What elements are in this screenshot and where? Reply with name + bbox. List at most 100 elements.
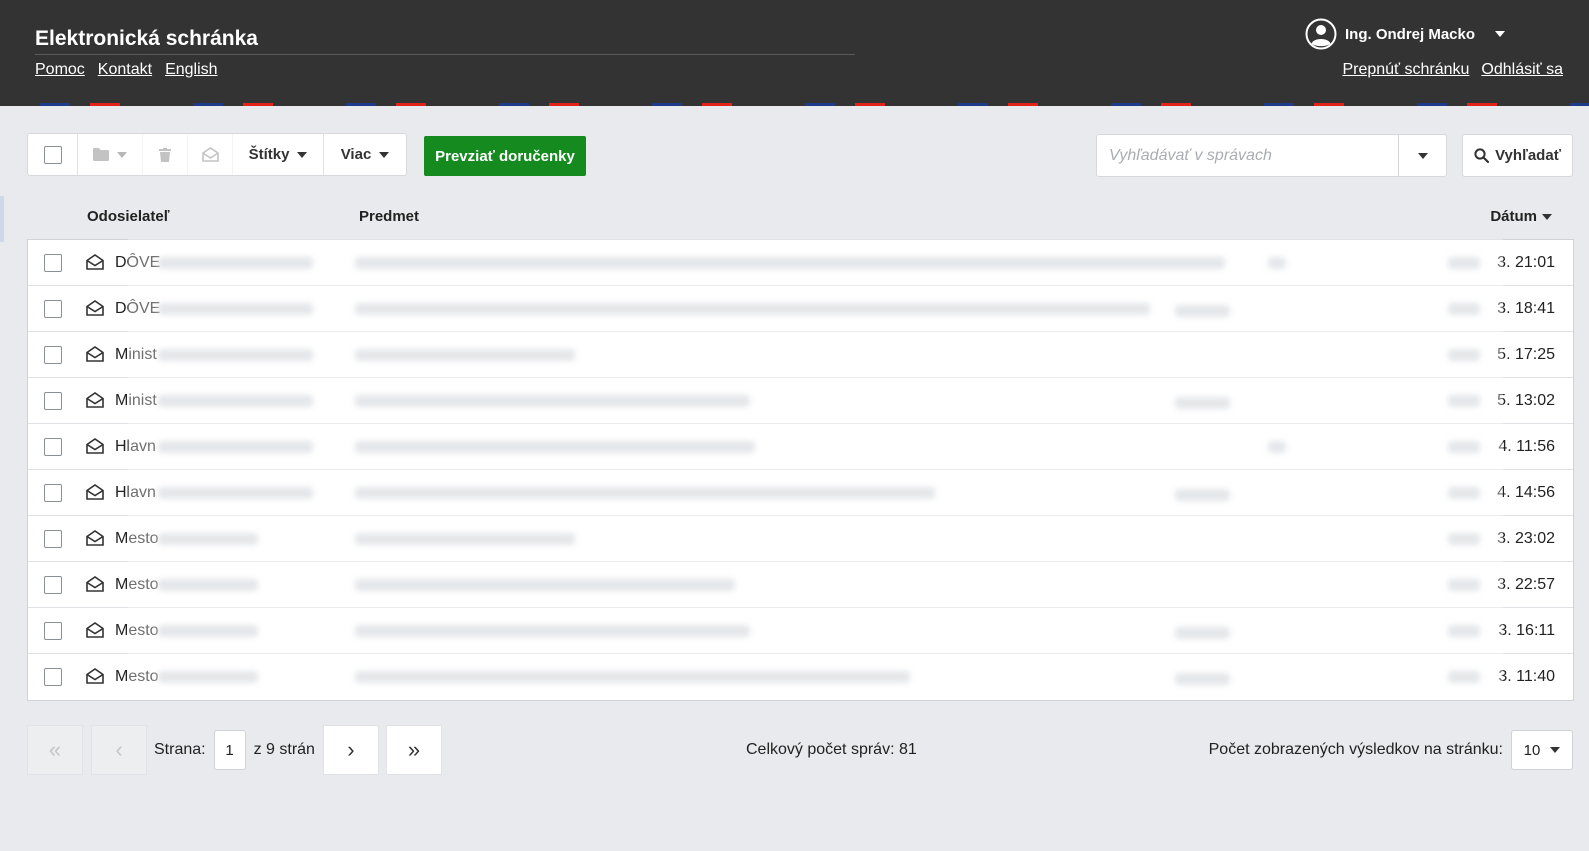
row-sender: Mesto [115, 530, 159, 547]
first-page-button[interactable]: « [27, 725, 83, 775]
per-page-value: 10 [1523, 741, 1541, 759]
row-sender: Minist [115, 392, 157, 409]
envelope-open-icon [86, 254, 104, 270]
search-input[interactable] [1097, 135, 1398, 176]
table-row[interactable]: Hlavn 4. 11:56 [28, 424, 1573, 470]
table-row[interactable]: Mesto 3. 11:40 [28, 654, 1573, 700]
row-date: 4. 14:56 [1497, 484, 1555, 501]
total-count: Celkový počet správ: 81 [746, 741, 917, 758]
last-page-button[interactable]: » [385, 725, 442, 775]
nav-english[interactable]: English [165, 61, 217, 79]
row-date: 5. 13:02 [1497, 392, 1555, 409]
row-sender: DÔVE [115, 300, 161, 317]
envelope-open-icon [86, 438, 104, 454]
select-all-checkbox[interactable] [43, 145, 62, 164]
move-folder-button[interactable] [78, 134, 143, 175]
message-list: DÔVE 3. 21:01 DÔVE 3. 18:41 Minist 5. 17:25… [27, 239, 1574, 701]
row-sender: Minist [115, 346, 157, 363]
row-checkbox[interactable] [44, 576, 62, 594]
double-chevron-left-icon: « [48, 737, 62, 762]
envelope-open-icon [86, 622, 104, 638]
col-subject[interactable]: Predmet [359, 208, 419, 225]
row-checkbox[interactable] [44, 392, 62, 410]
pagination: « ‹ Strana: 1 z 9 strán › » [27, 725, 442, 775]
row-sender: Mesto [115, 576, 159, 593]
page-number-input[interactable]: 1 [213, 730, 246, 770]
envelope-open-icon [86, 346, 104, 362]
user-avatar-icon [1305, 18, 1337, 50]
row-date: 3. 22:57 [1497, 576, 1555, 593]
trash-icon [159, 147, 171, 162]
table-row[interactable]: Minist 5. 17:25 [28, 332, 1573, 378]
left-accent [0, 196, 4, 242]
select-all-cell[interactable] [28, 134, 78, 175]
folder-icon [93, 148, 109, 161]
sort-desc-icon [1542, 213, 1552, 220]
table-header: Odosielateľ Predmet Dátum [27, 196, 1574, 238]
user-menu[interactable]: Ing. Ondrej Macko [1305, 18, 1506, 50]
per-page-control: Počet zobrazených výsledkov na stránku: … [1209, 725, 1573, 775]
nav-help[interactable]: Pomoc [35, 61, 85, 79]
row-date: 3. 16:11 [1498, 622, 1555, 639]
labels-dropdown[interactable]: Štítky [233, 134, 324, 175]
row-checkbox[interactable] [44, 530, 62, 548]
table-row[interactable]: Mesto 3. 23:02 [28, 516, 1573, 562]
table-row[interactable]: Mesto 3. 22:57 [28, 562, 1573, 608]
per-page-label: Počet zobrazených výsledkov na stránku: [1208, 741, 1503, 758]
row-date: 3. 11:40 [1498, 668, 1555, 685]
chevron-down-icon [1417, 152, 1428, 159]
header-nav: Pomoc Kontakt English [35, 61, 218, 79]
envelope-open-icon [86, 576, 104, 592]
row-date: 4. 11:56 [1498, 438, 1555, 455]
per-page-select[interactable]: 10 [1511, 730, 1573, 770]
double-chevron-right-icon: » [407, 737, 421, 762]
envelope-open-icon [86, 668, 104, 684]
envelope-open-icon [86, 484, 104, 500]
col-date: Dátum [1490, 208, 1537, 225]
row-date: 3. 21:01 [1497, 254, 1555, 271]
table-row[interactable]: Mesto 3. 16:11 [28, 608, 1573, 654]
row-sender: DÔVE [115, 254, 161, 271]
table-row[interactable]: DÔVE 3. 18:41 [28, 286, 1573, 332]
logout-link[interactable]: Odhlásiť sa [1481, 61, 1563, 79]
chevron-down-icon [297, 151, 308, 158]
prev-page-button[interactable]: ‹ [91, 725, 147, 775]
search-icon [1474, 148, 1490, 163]
labels-label: Štítky [248, 146, 290, 163]
row-checkbox[interactable] [44, 346, 62, 364]
row-date: 5. 17:25 [1497, 346, 1555, 363]
receive-receipts-button[interactable]: Prevziať doručenky [424, 136, 586, 176]
row-sender: Mesto [115, 622, 159, 639]
mark-read-button[interactable] [188, 134, 233, 175]
row-checkbox[interactable] [44, 668, 62, 686]
more-label: Viac [340, 146, 372, 163]
row-checkbox[interactable] [44, 484, 62, 502]
table-row[interactable]: Minist 5. 13:02 [28, 378, 1573, 424]
row-checkbox[interactable] [44, 622, 62, 640]
switch-box-link[interactable]: Prepnúť schránku [1342, 61, 1469, 79]
chevron-down-icon [1495, 31, 1506, 37]
row-checkbox[interactable] [44, 438, 62, 456]
envelope-open-icon [201, 147, 219, 162]
app-title: Elektronická schránka [35, 27, 258, 50]
col-sender[interactable]: Odosielateľ [87, 208, 169, 225]
nav-contact[interactable]: Kontakt [98, 61, 152, 79]
header-right-links: Prepnúť schránku Odhlásiť sa [1342, 61, 1563, 79]
search-button-label: Vyhľadať [1495, 147, 1561, 164]
chevron-down-icon [1550, 747, 1561, 753]
row-checkbox[interactable] [44, 254, 62, 272]
table-row[interactable]: Hlavn 4. 14:56 [28, 470, 1573, 516]
next-page-button[interactable]: › [322, 725, 379, 775]
title-divider [35, 54, 855, 55]
app-header: Elektronická schránka Pomoc Kontakt Engl… [0, 0, 1589, 106]
more-dropdown[interactable]: Viac [324, 134, 406, 175]
page-total: z 9 strán [253, 741, 315, 758]
delete-button[interactable] [143, 134, 188, 175]
col-date-sort[interactable]: Dátum [1490, 208, 1552, 225]
search-options-dropdown[interactable] [1398, 135, 1446, 176]
user-name: Ing. Ondrej Macko [1345, 25, 1476, 43]
chevron-right-icon: › [347, 737, 355, 762]
table-row[interactable]: DÔVE 3. 21:01 [28, 240, 1573, 286]
row-checkbox[interactable] [44, 300, 62, 318]
search-button[interactable]: Vyhľadať [1462, 134, 1573, 177]
